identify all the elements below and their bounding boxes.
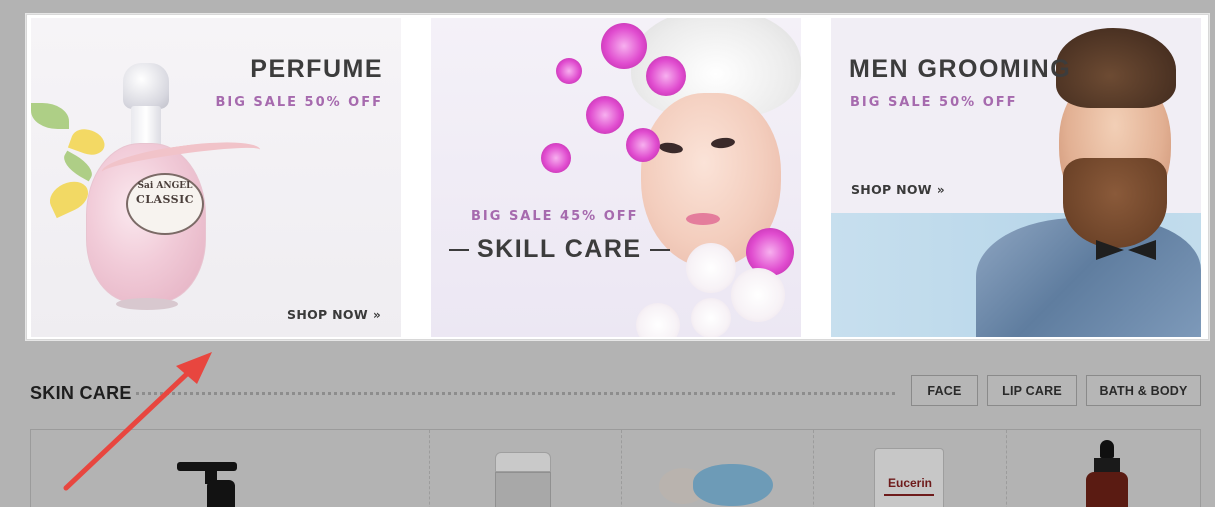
white-orchid-flower (731, 268, 785, 322)
bow-tie-image (1096, 240, 1156, 260)
section-title: SKIN CARE (30, 383, 132, 403)
white-orchid-flower (686, 243, 736, 293)
product-grid: Eucerin (30, 429, 1201, 507)
perfume-bottle-base (116, 298, 178, 310)
banner-sale-text: BIG SALE 50% OFF (215, 95, 383, 110)
orchid-flower (556, 58, 582, 84)
shop-now-link[interactable]: SHOP NOW » (287, 307, 381, 322)
orchid-flower (586, 96, 624, 134)
product-facial-brush[interactable] (659, 458, 779, 507)
perfume-bottle-label: Sai ANGEL CLASSIC (126, 173, 204, 235)
tab-face[interactable]: FACE (911, 375, 978, 406)
banner-title-text: SKILL CARE (477, 235, 642, 263)
banner-skill-care[interactable]: BIG SALE 45% OFF SKILL CARE (431, 18, 801, 337)
man-hair-image (1056, 28, 1176, 108)
lip-decoration (686, 213, 720, 225)
white-orchid-flower (636, 303, 680, 337)
product-dropper-bottle[interactable] (1084, 440, 1134, 507)
section-divider (136, 392, 898, 395)
title-dash-left (449, 249, 469, 252)
banner-perfume[interactable]: Sai ANGEL CLASSIC PERFUME BIG SALE 50% O… (31, 18, 401, 337)
tab-lip-care[interactable]: LIP CARE (987, 375, 1077, 406)
orchid-flower (646, 56, 686, 96)
banner-sale-text: BIG SALE 50% OFF (850, 95, 1018, 110)
product-eucerin-cream[interactable]: Eucerin (874, 448, 944, 507)
product-divider (429, 430, 430, 507)
banner-title: SKILL CARE (441, 235, 678, 264)
shop-now-label: SHOP NOW (287, 307, 368, 322)
shop-now-label: SHOP NOW (851, 182, 932, 197)
product-tube[interactable] (495, 452, 553, 507)
banner-sale-text: BIG SALE 45% OFF (471, 209, 639, 224)
product-divider (813, 430, 814, 507)
product-divider (1006, 430, 1007, 507)
leaf-decoration (59, 150, 97, 182)
perfume-bottle-brand: Sai ANGEL (137, 181, 193, 191)
leaf-decoration (31, 103, 69, 129)
tab-bath-body[interactable]: BATH & BODY (1086, 375, 1201, 406)
perfume-bottle-cap (123, 63, 169, 109)
orchid-flower (601, 23, 647, 69)
orchid-flower (626, 128, 660, 162)
title-dash-right (649, 249, 670, 252)
orchid-flower (541, 143, 571, 173)
perfume-bottle-neck (131, 106, 161, 148)
banner-title: PERFUME (250, 55, 383, 83)
product-divider (621, 430, 622, 507)
double-chevron-right-icon: » (936, 183, 945, 197)
man-beard-image (1063, 158, 1167, 248)
shop-now-link[interactable]: SHOP NOW » (851, 182, 945, 197)
banner-men-grooming[interactable]: MEN GROOMING BIG SALE 50% OFF SHOP NOW » (831, 18, 1201, 337)
perfume-bottle-label-text: CLASSIC (135, 193, 195, 206)
white-orchid-flower (691, 298, 731, 337)
product-pump-bottle[interactable] (177, 462, 253, 507)
annotation-arrow-head (176, 352, 212, 384)
double-chevron-right-icon: » (372, 308, 381, 322)
product-brand-label: Eucerin (888, 476, 933, 490)
featured-banners-panel: Sai ANGEL CLASSIC PERFUME BIG SALE 50% O… (26, 14, 1209, 340)
banner-title: MEN GROOMING (849, 55, 1072, 83)
